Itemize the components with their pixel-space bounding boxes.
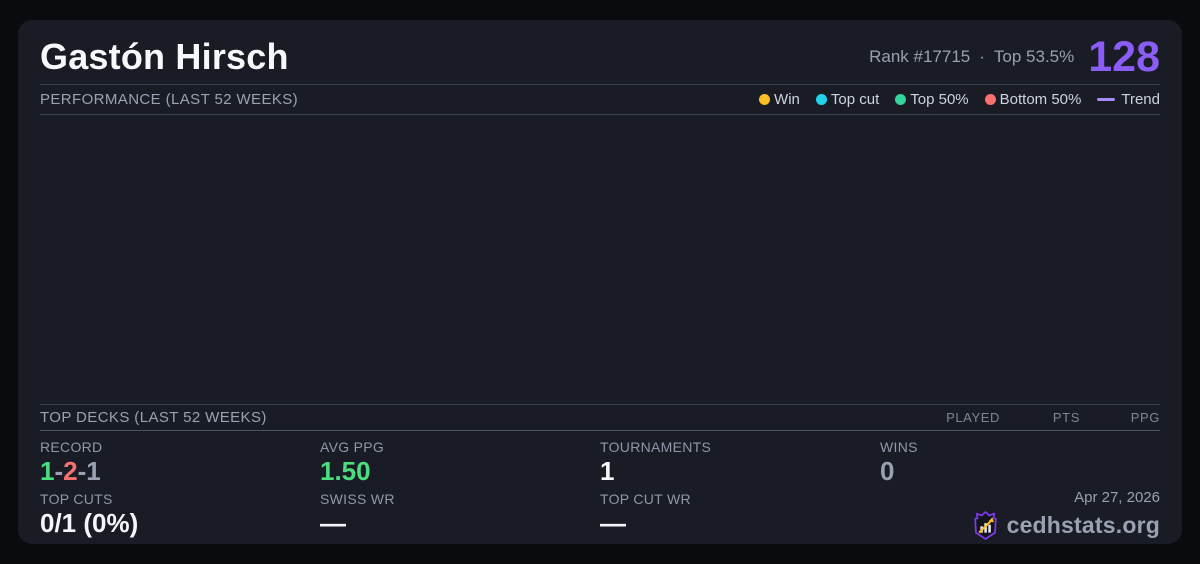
- stats-grid: RECORD 1-2-1 AVG PPG 1.50 TOURNAMENTS 1 …: [40, 431, 1160, 541]
- record-draws: 1: [86, 456, 101, 486]
- cedhstats-shield-logo-icon: [973, 511, 997, 540]
- stat-top-cuts: TOP CUTS 0/1 (0%): [40, 483, 320, 539]
- rank-line: Rank #17715 · Top 53.5%: [869, 47, 1074, 67]
- legend-label: Bottom 50%: [999, 91, 1082, 108]
- trend-line-icon: [1097, 98, 1116, 101]
- stat-label: WINS: [880, 439, 918, 455]
- tournaments-value: 1: [600, 456, 615, 486]
- stat-label: SWISS WR: [320, 491, 395, 507]
- stat-swiss-wr: SWISS WR —: [320, 483, 600, 539]
- stat-record: RECORD 1-2-1: [40, 431, 320, 486]
- top-cut-dot-icon: [815, 94, 827, 105]
- rank-group: Rank #17715 · Top 53.5% 128: [869, 32, 1160, 81]
- brand-name: cedhstats.org: [1006, 512, 1160, 538]
- top-decks-header-row: TOP DECKS (LAST 52 WEEKS) PLAYED PTS PPG: [40, 405, 1160, 431]
- avg-ppg-value: 1.50: [320, 456, 371, 486]
- bottom-50-dot-icon: [984, 94, 996, 105]
- brand-row: cedhstats.org: [972, 510, 1160, 541]
- stat-avg-ppg: AVG PPG 1.50: [320, 431, 600, 486]
- rank-separator-dot: ·: [979, 47, 985, 66]
- top-50-dot-icon: [895, 94, 907, 105]
- wins-value: 0: [880, 456, 895, 486]
- footer-cell: Apr 27, 2026 cedhstats.org: [880, 483, 1160, 541]
- top-cut-wr-value: —: [600, 508, 626, 538]
- column-header-played: PLAYED: [946, 410, 1000, 425]
- legend-item-top-50: Top 50%: [895, 91, 969, 108]
- win-dot-icon: [759, 94, 771, 105]
- player-stats-card: Gastón Hirsch Rank #17715 · Top 53.5% 12…: [18, 20, 1182, 544]
- legend-label: Trend: [1121, 91, 1160, 108]
- record-wins: 1: [40, 456, 55, 486]
- stat-label: TOP CUTS: [40, 491, 113, 507]
- top-decks-columns: PLAYED PTS PPG: [920, 410, 1160, 425]
- stat-label: RECORD: [40, 439, 103, 455]
- page-title: Gastón Hirsch: [40, 36, 289, 77]
- top-percent-text: Top 53.5%: [993, 47, 1075, 66]
- record-separator: -: [54, 456, 64, 486]
- stat-label: TOP CUT WR: [600, 491, 691, 507]
- legend-item-trend: Trend: [1097, 91, 1160, 108]
- performance-chart-area: [40, 115, 1160, 405]
- performance-section-title: PERFORMANCE (LAST 52 WEEKS): [40, 91, 299, 108]
- legend-label: Top 50%: [910, 91, 969, 108]
- record-separator: -: [77, 456, 87, 486]
- chart-legend: Win Top cut Top 50% Bottom 50% Trend: [759, 91, 1160, 108]
- stat-label: AVG PPG: [320, 439, 385, 455]
- stat-tournaments: TOURNAMENTS 1: [600, 431, 880, 486]
- legend-item-bottom-50: Bottom 50%: [984, 91, 1082, 108]
- column-header-pts: PTS: [1052, 410, 1080, 425]
- column-header-ppg: PPG: [1130, 410, 1160, 425]
- stat-top-cut-wr: TOP CUT WR —: [600, 483, 880, 539]
- score-value: 128: [1088, 32, 1160, 81]
- stat-label: TOURNAMENTS: [600, 439, 712, 455]
- record-losses: 2: [63, 456, 78, 486]
- stat-wins: WINS 0: [880, 431, 1160, 486]
- card-header: Gastón Hirsch Rank #17715 · Top 53.5% 12…: [40, 20, 1160, 85]
- swiss-wr-value: —: [320, 508, 346, 538]
- rank-text: Rank #17715: [869, 47, 971, 66]
- top-cuts-value: 0/1 (0%): [40, 508, 139, 538]
- legend-item-top-cut: Top cut: [815, 91, 880, 108]
- legend-label: Win: [774, 91, 800, 108]
- top-decks-section-title: TOP DECKS (LAST 52 WEEKS): [40, 409, 267, 426]
- performance-header-row: PERFORMANCE (LAST 52 WEEKS) Win Top cut …: [40, 85, 1160, 115]
- snapshot-date: Apr 27, 2026: [1074, 489, 1160, 506]
- legend-label: Top cut: [830, 91, 880, 108]
- legend-item-win: Win: [759, 91, 800, 108]
- record-value: 1-2-1: [40, 457, 320, 486]
